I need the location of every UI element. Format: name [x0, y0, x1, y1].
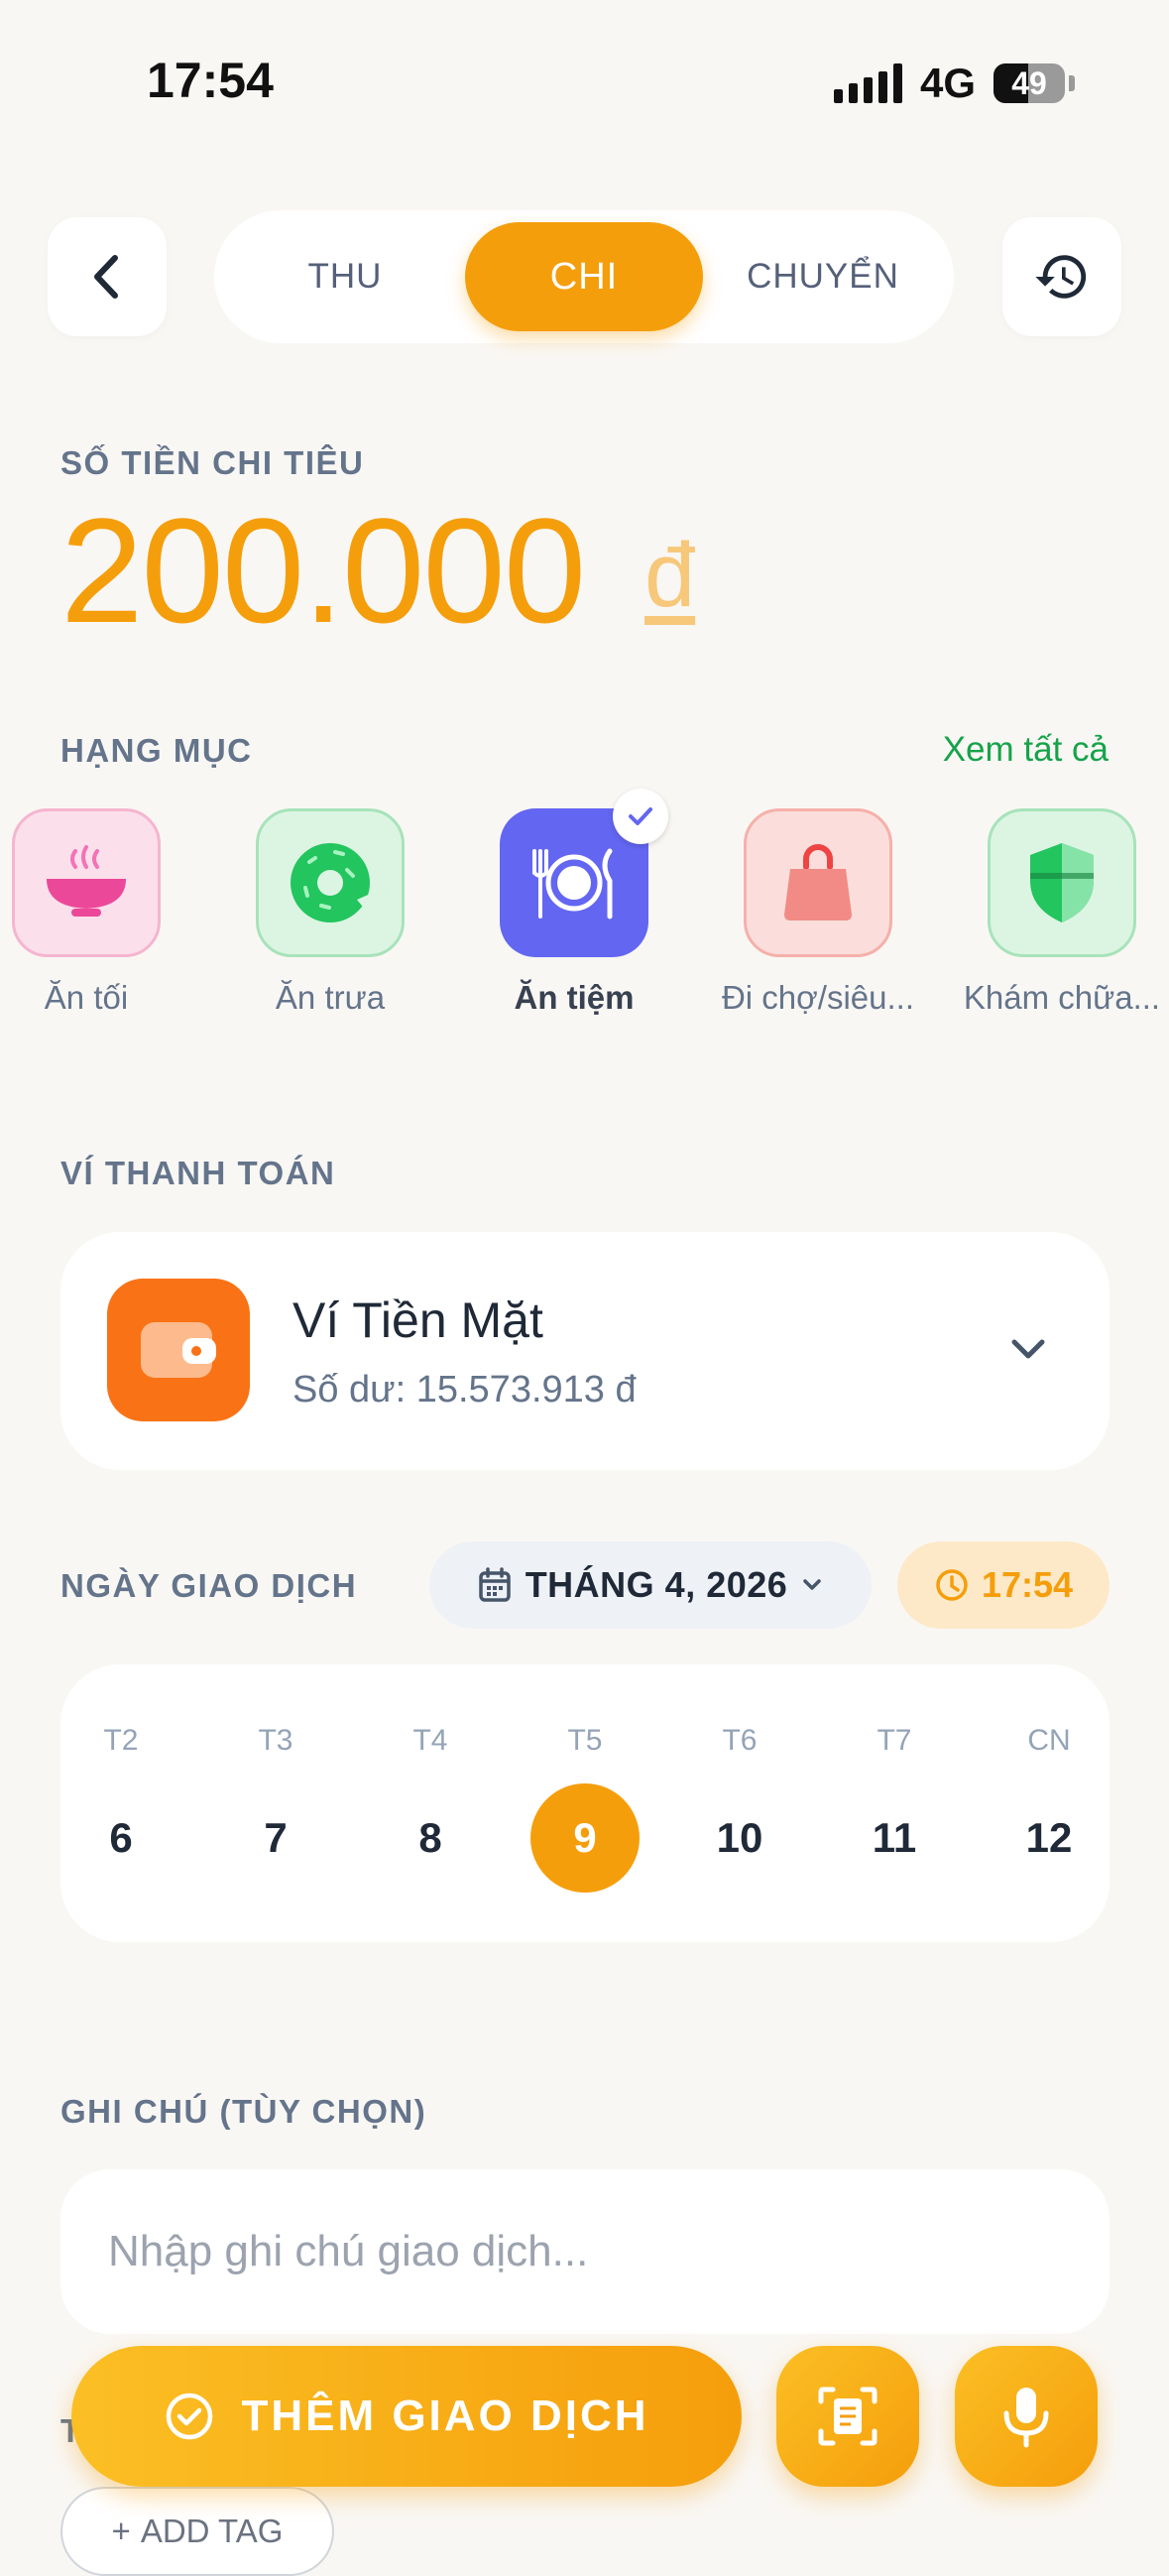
- history-icon: [1035, 255, 1087, 299]
- category-item-an-toi[interactable]: Ăn tối: [0, 808, 190, 1017]
- clock-icon: [936, 1569, 968, 1601]
- wallet-name: Ví Tiền Mặt: [292, 1292, 543, 1348]
- note-label: GHI CHÚ (TÙY CHỌN): [60, 2093, 427, 2130]
- calendar-icon: [478, 1567, 511, 1602]
- day-number: 12: [1025, 1814, 1073, 1861]
- category-item-kham-chua[interactable]: Khám chữa...: [958, 808, 1166, 1017]
- battery-icon: 49: [994, 63, 1065, 103]
- date-label: NGÀY GIAO DỊCH: [60, 1567, 358, 1604]
- transaction-type-tabs: THU CHI CHUYỂN: [214, 210, 954, 343]
- add-transaction-button[interactable]: THÊM GIAO DỊCH: [71, 2346, 742, 2487]
- amount-label: SỐ TIỀN CHI TIÊU: [60, 444, 365, 481]
- dining-plate-icon: [532, 848, 613, 920]
- microphone-icon: [1003, 2388, 1049, 2448]
- day-of-week: T2: [103, 1724, 139, 1757]
- history-button[interactable]: [1002, 217, 1121, 336]
- day-of-week: T6: [722, 1724, 758, 1757]
- category-name: Đi chợ/siêu...: [721, 979, 915, 1016]
- scan-receipt-button[interactable]: [776, 2346, 919, 2487]
- voice-input-button[interactable]: [955, 2346, 1098, 2487]
- day-item[interactable]: T6 10: [685, 1724, 794, 1893]
- chevron-left-icon: [94, 255, 118, 299]
- category-name: Ăn trưa: [275, 979, 386, 1016]
- see-all-link[interactable]: Xem tất cả: [943, 730, 1109, 770]
- shopping-bag-icon: [784, 844, 852, 920]
- month-text: THÁNG 4, 2026: [525, 1564, 788, 1605]
- day-number: 7: [264, 1814, 288, 1861]
- tab-chuyen[interactable]: CHUYỂN: [704, 222, 942, 331]
- category-name: Khám chữa...: [963, 979, 1161, 1016]
- donut-icon: [291, 843, 375, 922]
- day-of-week: T5: [567, 1724, 603, 1757]
- tab-thu[interactable]: THU: [226, 222, 464, 331]
- category-item-an-tiem[interactable]: Ăn tiệm: [470, 789, 678, 1017]
- category-label: HẠNG MỤC: [60, 732, 253, 769]
- battery-level: 49: [1011, 64, 1047, 101]
- shield-icon: [1030, 843, 1094, 922]
- plus-icon: +: [111, 2513, 131, 2549]
- chevron-down-icon: [1011, 1339, 1045, 1359]
- day-item[interactable]: T5 9: [530, 1724, 640, 1893]
- wallet-selector[interactable]: Ví Tiền Mặt Số dư: 15.573.913 đ: [60, 1232, 1110, 1470]
- day-of-week: T3: [258, 1724, 293, 1757]
- time-text: 17:54: [981, 1564, 1074, 1605]
- category-item-di-cho[interactable]: Đi chợ/siêu...: [714, 808, 922, 1017]
- note-input[interactable]: [60, 2169, 1110, 2334]
- currency-symbol: đ: [644, 525, 696, 626]
- add-transaction-label: THÊM GIAO DỊCH: [241, 2392, 649, 2440]
- day-number: 8: [418, 1814, 442, 1861]
- day-of-week: CN: [1027, 1724, 1071, 1757]
- day-item[interactable]: T4 8: [376, 1724, 485, 1893]
- category-item-an-trua[interactable]: Ăn trưa: [226, 808, 434, 1017]
- day-number: 6: [109, 1814, 133, 1861]
- day-item[interactable]: CN 12: [994, 1724, 1104, 1893]
- chevron-down-icon: [803, 1579, 822, 1590]
- amount-value[interactable]: 200.000: [60, 496, 586, 645]
- add-tag-button[interactable]: + ADD TAG: [60, 2487, 334, 2576]
- week-calendar: T2 6 T3 7 T4 8 T5 9 T6 10 T7 11 CN 12: [60, 1664, 1110, 1942]
- back-button[interactable]: [48, 217, 167, 336]
- signal-icon: [833, 63, 902, 103]
- month-picker[interactable]: THÁNG 4, 2026: [429, 1541, 872, 1629]
- day-number: 10: [716, 1814, 763, 1861]
- wallet-label: VÍ THANH TOÁN: [60, 1155, 336, 1191]
- day-number: 11: [872, 1814, 917, 1861]
- time-picker[interactable]: 17:54: [897, 1541, 1110, 1629]
- status-time: 17:54: [147, 53, 274, 108]
- category-name: Ăn tiệm: [514, 979, 635, 1016]
- tab-chi[interactable]: CHI: [465, 222, 703, 331]
- bowl-icon: [47, 845, 126, 917]
- network-type: 4G: [919, 60, 976, 106]
- status-indicators: 4G 49: [833, 60, 1075, 107]
- day-item[interactable]: T7 11: [840, 1724, 949, 1893]
- add-tag-label: ADD TAG: [140, 2513, 284, 2549]
- day-item[interactable]: T3 7: [221, 1724, 330, 1893]
- scan-receipt-icon: [818, 2387, 877, 2446]
- wallet-balance: Số dư: 15.573.913 đ: [292, 1369, 637, 1411]
- category-name: Ăn tối: [44, 979, 129, 1016]
- day-number: 9: [530, 1783, 640, 1893]
- day-of-week: T4: [412, 1724, 448, 1757]
- day-of-week: T7: [877, 1724, 912, 1757]
- selected-check-icon: [613, 789, 668, 844]
- day-item[interactable]: T2 6: [66, 1724, 175, 1893]
- check-circle-icon: [167, 2392, 213, 2440]
- wallet-icon: [107, 1279, 250, 1421]
